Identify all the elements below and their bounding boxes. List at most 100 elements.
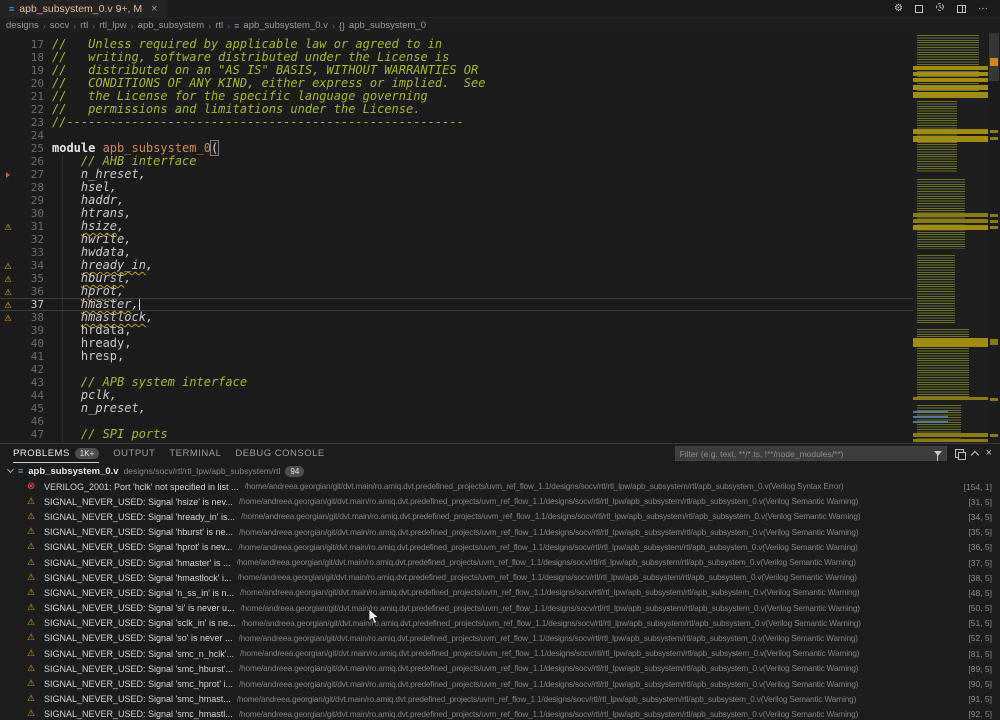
problem-row[interactable]: ⚠SIGNAL_NEVER_USED: Signal 'hready_in' i… — [0, 509, 1000, 524]
problem-row[interactable]: ⚠SIGNAL_NEVER_USED: Signal 'smc_hburst'.… — [0, 661, 1000, 676]
code-line[interactable]: 47 // SPI ports — [0, 428, 913, 441]
history-icon[interactable] — [935, 2, 945, 15]
line-number[interactable]: 39 — [16, 324, 44, 337]
line-number[interactable]: 35 — [16, 272, 44, 285]
code-line[interactable]: 40 hready, — [0, 337, 913, 350]
line-number[interactable]: 17 — [16, 38, 44, 51]
line-number[interactable]: 36 — [16, 285, 44, 298]
line-number[interactable]: 22 — [16, 103, 44, 116]
breadcrumb-item[interactable]: rtl_lpw — [99, 20, 126, 31]
split-editor-icon[interactable] — [957, 5, 966, 13]
line-number[interactable]: 27 — [16, 168, 44, 181]
code-line[interactable]: ⚠34 hready_in, — [0, 259, 913, 272]
line-number[interactable]: 20 — [16, 77, 44, 90]
problem-row[interactable]: ⚠SIGNAL_NEVER_USED: Signal 'smc_hmastl..… — [0, 707, 1000, 720]
line-number[interactable]: 43 — [16, 376, 44, 389]
tab-debug-console-label: DEBUG CONSOLE — [235, 448, 324, 459]
problem-row[interactable]: ⚠SIGNAL_NEVER_USED: Signal 'hsize' is ne… — [0, 494, 1000, 509]
code-line[interactable]: 43 // APB system interface — [0, 376, 913, 389]
tab-apb-subsystem[interactable]: ≡ apb_subsystem_0.v 9+, M × — [0, 0, 168, 17]
problem-row[interactable]: ⚠SIGNAL_NEVER_USED: Signal 'so' is never… — [0, 631, 1000, 646]
line-number[interactable]: 44 — [16, 389, 44, 402]
tab-problems[interactable]: PROBLEMS 1K+ — [13, 444, 99, 463]
tab-output[interactable]: OUTPUT — [113, 444, 155, 463]
breadcrumb-item-symbol[interactable]: apb_subsystem_0 — [349, 20, 426, 31]
code-line[interactable]: 41 hresp, — [0, 350, 913, 363]
line-number[interactable]: 26 — [16, 155, 44, 168]
warning-icon: ⚠ — [0, 285, 16, 298]
scrollbar-thumb[interactable] — [989, 33, 999, 81]
code-line[interactable]: ⚠38 hmastlock, — [0, 311, 913, 324]
problem-row[interactable]: ⚠SIGNAL_NEVER_USED: Signal 'smc_n_hclk'.… — [0, 646, 1000, 661]
code-line[interactable]: 28 hsel, — [0, 181, 913, 194]
line-number[interactable]: 45 — [16, 402, 44, 415]
code-line[interactable]: 29 haddr, — [0, 194, 913, 207]
code-line[interactable]: 32 hwrite, — [0, 233, 913, 246]
line-number[interactable]: 46 — [16, 415, 44, 428]
code-line[interactable]: ⚠35 hburst, — [0, 272, 913, 285]
problem-position: [36, 5] — [968, 542, 992, 552]
line-number[interactable]: 18 — [16, 51, 44, 64]
line-number[interactable]: 38 — [16, 311, 44, 324]
problem-row[interactable]: ⚠SIGNAL_NEVER_USED: Signal 'n_ss_in' is … — [0, 585, 1000, 600]
problem-row[interactable]: ⚠SIGNAL_NEVER_USED: Signal 'hburst' is n… — [0, 525, 1000, 540]
line-number[interactable]: 41 — [16, 350, 44, 363]
line-number[interactable]: 29 — [16, 194, 44, 207]
minimap[interactable] — [913, 33, 988, 443]
square-icon[interactable] — [915, 5, 923, 13]
code-line[interactable]: 23//------------------------------------… — [0, 116, 913, 129]
gear-icon[interactable]: ⚙ — [894, 4, 903, 14]
tab-terminal[interactable]: TERMINAL — [169, 444, 221, 463]
line-number[interactable]: 23 — [16, 116, 44, 129]
line-number[interactable]: 31 — [16, 220, 44, 233]
collapse-all-icon[interactable] — [955, 449, 964, 458]
chevron-down-icon[interactable] — [7, 466, 14, 473]
problem-row[interactable]: ⚠SIGNAL_NEVER_USED: Signal 'hprot' is ne… — [0, 540, 1000, 555]
breadcrumb-item[interactable]: apb_subsystem — [138, 20, 205, 31]
filter-funnel-icon[interactable] — [934, 451, 942, 456]
code-editor[interactable]: 17// Unless required by applicable law o… — [0, 33, 1000, 443]
line-number[interactable]: 42 — [16, 363, 44, 376]
line-number[interactable]: 32 — [16, 233, 44, 246]
line-number[interactable]: 37 — [16, 298, 44, 311]
code-line[interactable]: 27 n_hreset, — [0, 168, 913, 181]
chevron-up-icon[interactable] — [970, 451, 978, 459]
breadcrumb-item[interactable]: socv — [50, 20, 70, 31]
line-number[interactable]: 19 — [16, 64, 44, 77]
problem-row[interactable]: ⚠SIGNAL_NEVER_USED: Signal 'smc_hprot' i… — [0, 676, 1000, 691]
problem-row[interactable]: ⚠SIGNAL_NEVER_USED: Signal 'smc_hmast...… — [0, 692, 1000, 707]
problem-file-path: /home/andreea.georgian/git/dvt.main/ro.a… — [239, 680, 962, 689]
close-panel-icon[interactable]: × — [986, 448, 992, 459]
problem-row[interactable]: ⚠SIGNAL_NEVER_USED: Signal 'sclk_in' is … — [0, 616, 1000, 631]
breadcrumb-item[interactable]: rtl — [215, 20, 223, 31]
problem-row[interactable]: ⚠SIGNAL_NEVER_USED: Signal 'hmastlock' i… — [0, 570, 1000, 585]
line-number[interactable]: 28 — [16, 181, 44, 194]
problem-message: SIGNAL_NEVER_USED: Signal 'hmaster' is .… — [44, 558, 231, 568]
line-number[interactable]: 34 — [16, 259, 44, 272]
line-number[interactable]: 33 — [16, 246, 44, 259]
close-tab-icon[interactable]: × — [151, 3, 157, 15]
code-line[interactable]: 30 htrans, — [0, 207, 913, 220]
code-line[interactable]: 39 hrdata, — [0, 324, 913, 337]
tab-debug-console[interactable]: DEBUG CONSOLE — [235, 444, 324, 463]
code-line[interactable]: 45 n_preset, — [0, 402, 913, 415]
breadcrumb-item-file[interactable]: apb_subsystem_0.v — [243, 20, 328, 31]
breadcrumb-item[interactable]: designs — [6, 20, 39, 31]
more-actions-icon[interactable]: ··· — [978, 4, 988, 14]
problem-position: [51, 5] — [968, 618, 992, 628]
filter-input[interactable] — [680, 449, 934, 459]
scrollbar-vertical[interactable] — [988, 33, 1000, 443]
line-number[interactable]: 21 — [16, 90, 44, 103]
line-number[interactable]: 47 — [16, 428, 44, 441]
line-number[interactable]: 30 — [16, 207, 44, 220]
line-number[interactable]: 24 — [16, 129, 44, 142]
warning-icon: ⚠ — [27, 542, 38, 552]
problems-file-group[interactable]: ≡ apb_subsystem_0.v designs/socv/rtl/rtl… — [0, 463, 1000, 479]
problem-row[interactable]: ⚠SIGNAL_NEVER_USED: Signal 'hmaster' is … — [0, 555, 1000, 570]
line-number[interactable]: 40 — [16, 337, 44, 350]
breadcrumb-item[interactable]: rtl — [80, 20, 88, 31]
problem-row[interactable]: ⊗VERILOG_2001: Port 'hclk' not specified… — [0, 479, 1000, 494]
code-line[interactable]: ⚠31 hsize, — [0, 220, 913, 233]
problem-row[interactable]: ⚠SIGNAL_NEVER_USED: Signal 'si' is never… — [0, 601, 1000, 616]
line-number[interactable]: 25 — [16, 142, 44, 155]
